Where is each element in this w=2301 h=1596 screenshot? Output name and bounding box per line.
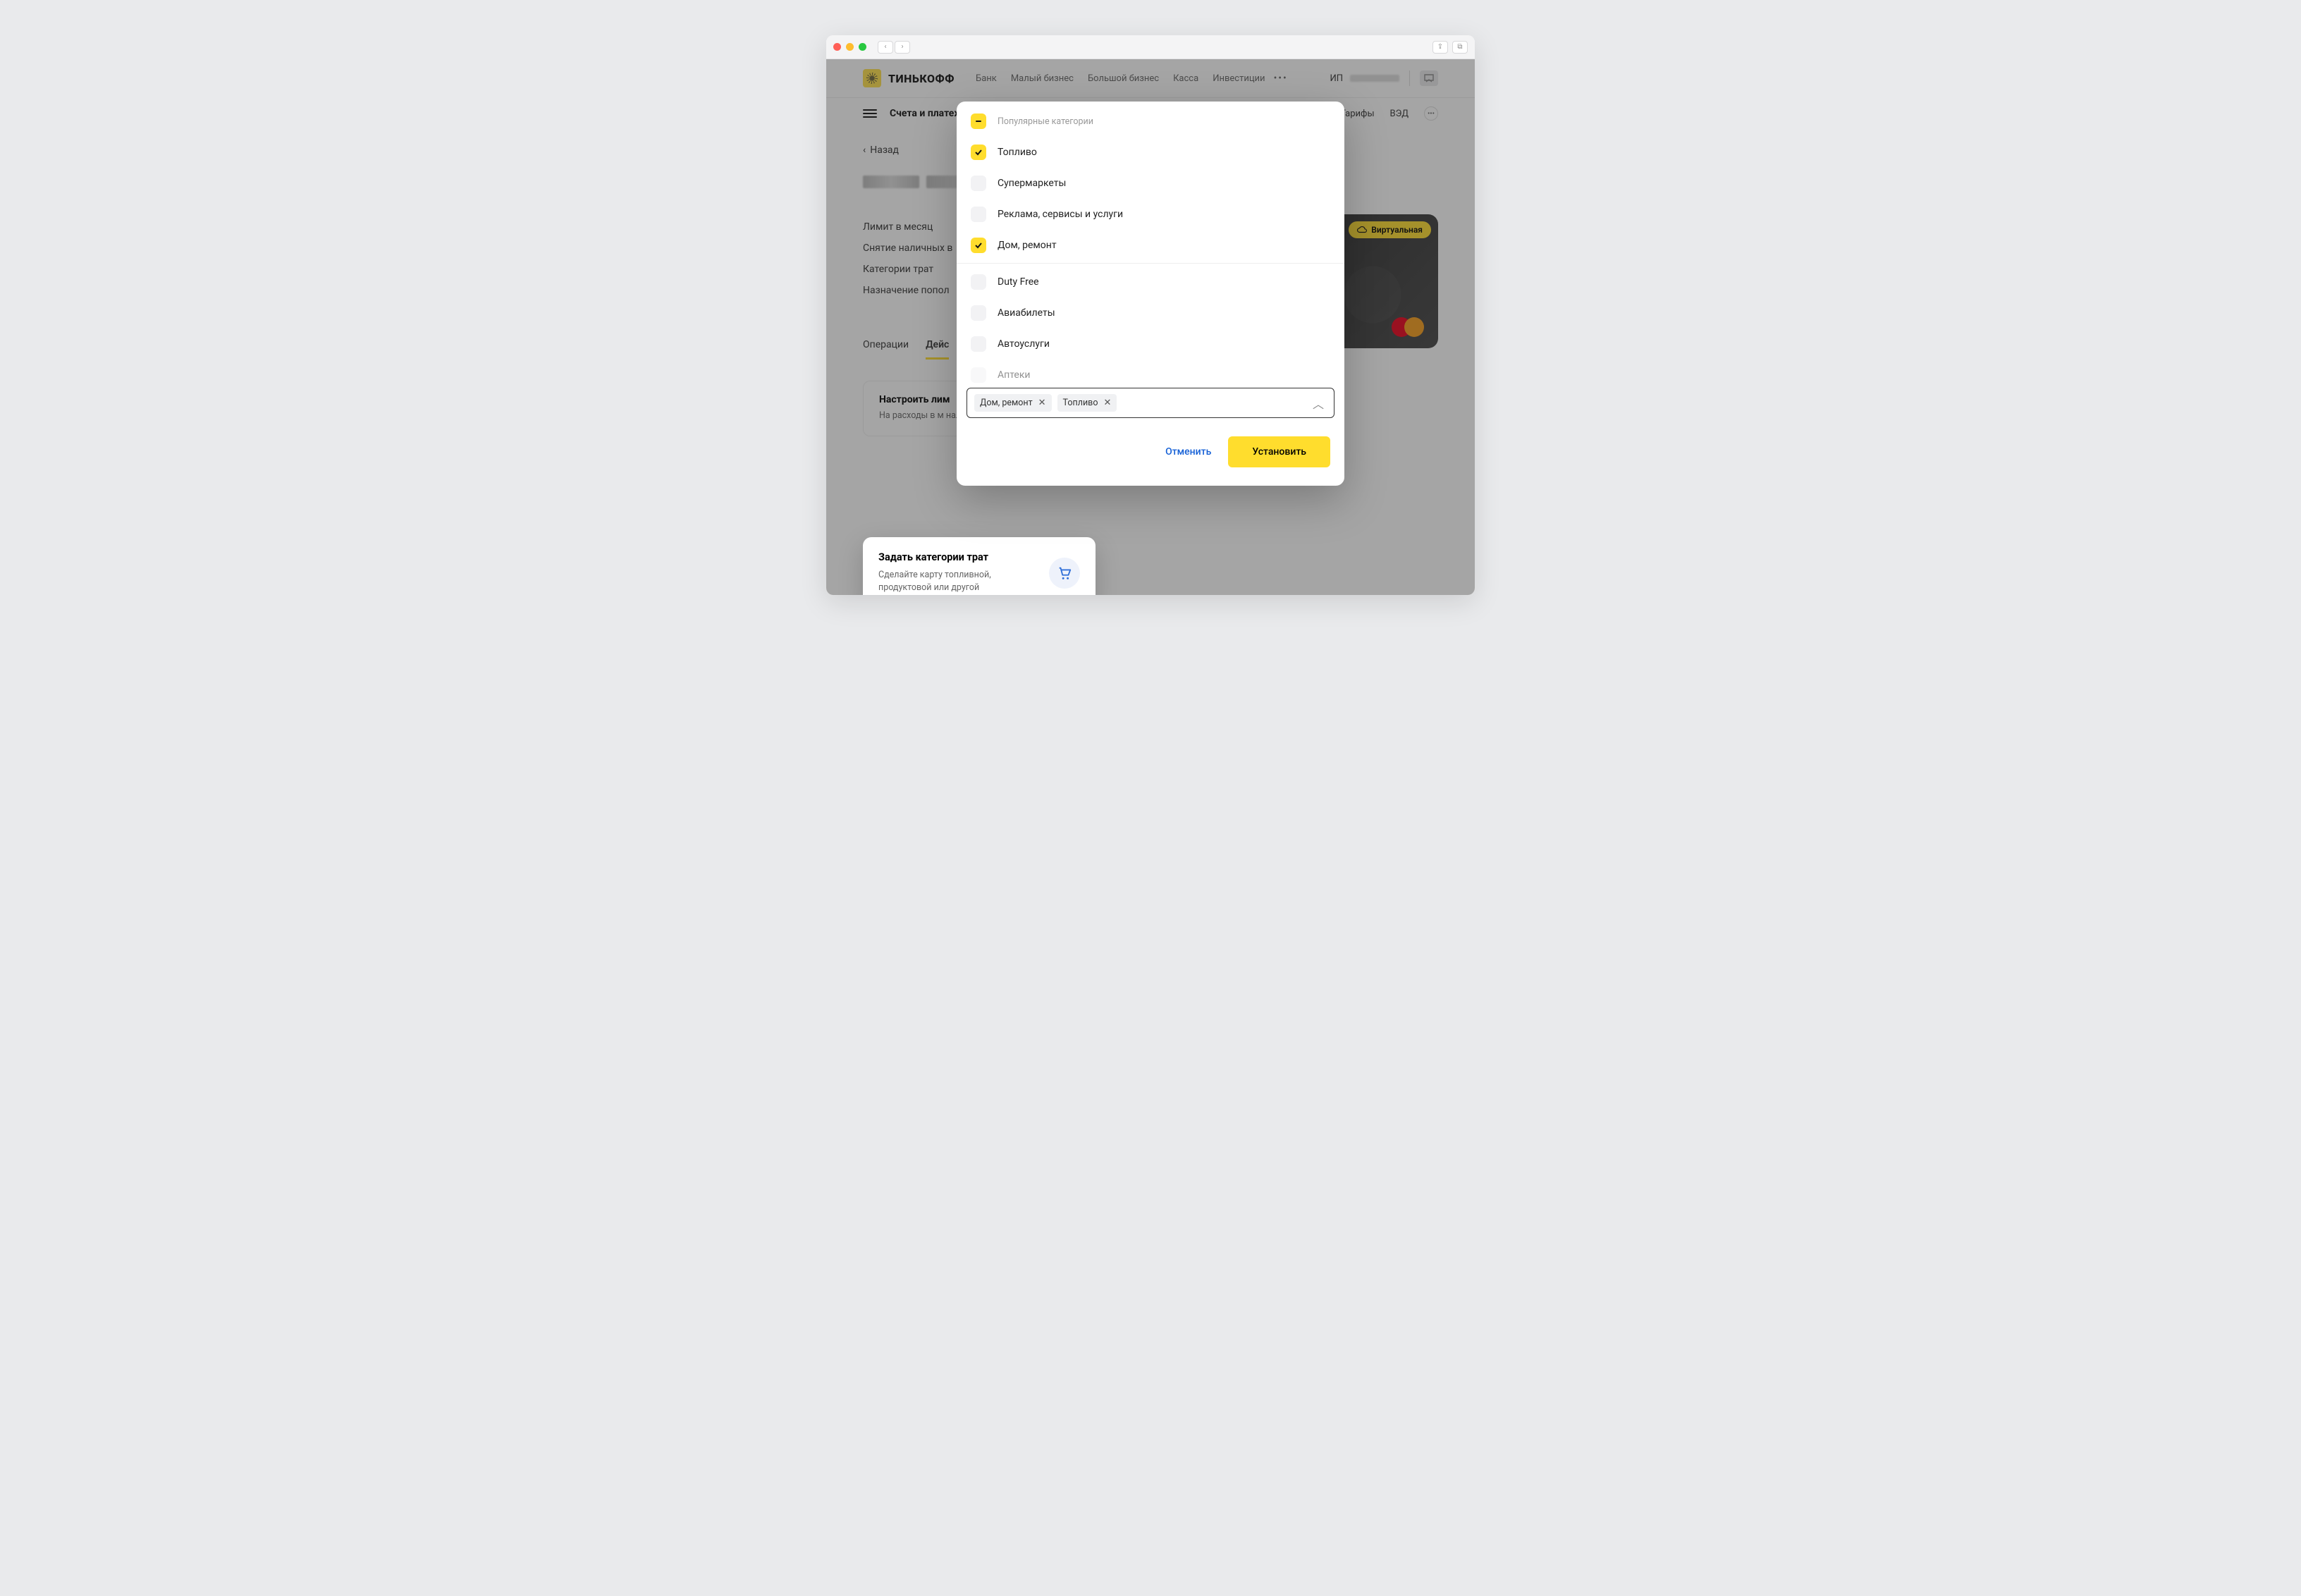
shopping-cart-icon (1049, 558, 1080, 589)
modal-actions: Отменить Установить (957, 418, 1344, 481)
float-card-desc: Сделайте карту топливной, продуктовой ил… (878, 569, 1039, 596)
nav-forward-button[interactable]: › (895, 41, 910, 54)
chip-remove-icon[interactable]: ✕ (1038, 398, 1046, 408)
set-categories-card[interactable]: Задать категории трат Сделайте карту топ… (863, 537, 1096, 596)
chip-label: Дом, ремонт (980, 398, 1033, 408)
window-controls (833, 43, 866, 51)
selected-chips-input[interactable]: Дом, ремонт ✕ Топливо ✕ ︿ (967, 388, 1334, 418)
category-label: Автоуслуги (998, 338, 1050, 350)
category-label: Аптеки (998, 369, 1030, 381)
category-label: Авиабилеты (998, 307, 1055, 319)
chip: Дом, ремонт ✕ (974, 394, 1052, 412)
category-label: Дом, ремонт (998, 240, 1057, 251)
checkbox-icon[interactable] (971, 367, 986, 383)
category-row[interactable]: Аптеки (957, 360, 1344, 383)
categories-list[interactable]: Популярные категории Топливо Супермаркет… (957, 102, 1344, 383)
categories-modal: Популярные категории Топливо Супермаркет… (957, 102, 1344, 486)
checkbox-icon[interactable] (971, 274, 986, 290)
share-icon[interactable]: ⇪ (1432, 41, 1448, 54)
checkbox-icon[interactable] (971, 176, 986, 191)
cancel-button[interactable]: Отменить (1161, 439, 1215, 465)
category-group-header[interactable]: Популярные категории (957, 106, 1344, 137)
chip-remove-icon[interactable]: ✕ (1103, 398, 1111, 408)
category-label: Реклама, сервисы и услуги (998, 209, 1123, 220)
checkbox-icon[interactable] (971, 207, 986, 222)
category-row[interactable]: Реклама, сервисы и услуги (957, 199, 1344, 230)
category-label: Супермаркеты (998, 178, 1066, 189)
category-label: Топливо (998, 147, 1037, 158)
category-row[interactable]: Авиабилеты (957, 297, 1344, 329)
close-window-button[interactable] (833, 43, 841, 51)
category-label: Duty Free (998, 276, 1039, 288)
chip-label: Топливо (1063, 398, 1098, 408)
checkbox-icon[interactable] (971, 336, 986, 352)
checkbox-indeterminate-icon[interactable] (971, 113, 986, 129)
category-row[interactable]: Автоуслуги (957, 329, 1344, 360)
maximize-window-button[interactable] (859, 43, 866, 51)
category-row[interactable]: Дом, ремонт (957, 230, 1344, 264)
category-row[interactable]: Duty Free (957, 266, 1344, 297)
category-row[interactable]: Топливо (957, 137, 1344, 168)
nav-arrows: ‹ › (878, 41, 910, 54)
group-label: Популярные категории (998, 116, 1093, 127)
float-card-title: Задать категории трат (878, 551, 1039, 563)
submit-button[interactable]: Установить (1228, 436, 1330, 467)
titlebar: ‹ › ⇪ ⧉ (826, 35, 1475, 59)
checkbox-checked-icon[interactable] (971, 145, 986, 160)
chevron-up-icon[interactable]: ︿ (1310, 395, 1327, 412)
checkbox-icon[interactable] (971, 305, 986, 321)
category-row[interactable]: Супермаркеты (957, 168, 1344, 199)
tabs-icon[interactable]: ⧉ (1452, 41, 1468, 54)
nav-back-button[interactable]: ‹ (878, 41, 893, 54)
minimize-window-button[interactable] (846, 43, 854, 51)
browser-window: ‹ › ⇪ ⧉ ТИНЬКОФФ Банк Малый бизнес Больш… (826, 35, 1475, 595)
chip: Топливо ✕ (1057, 394, 1117, 412)
page: ТИНЬКОФФ Банк Малый бизнес Большой бизне… (826, 59, 1475, 595)
checkbox-checked-icon[interactable] (971, 238, 986, 253)
